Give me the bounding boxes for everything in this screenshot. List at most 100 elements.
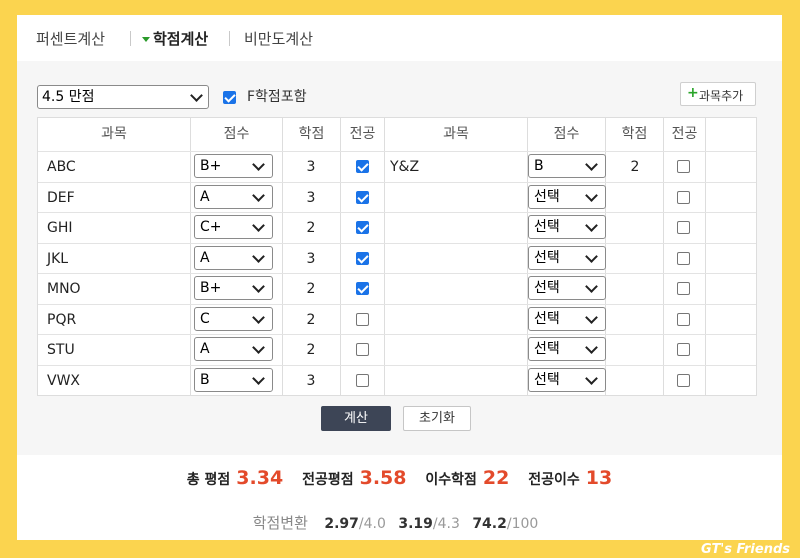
table-row: JKL A 3 선택 [38, 243, 756, 274]
conversion-max: /4.0 [358, 516, 386, 532]
major-checkbox[interactable] [677, 282, 690, 295]
grade-select[interactable]: 선택 [528, 246, 606, 270]
major-checkbox[interactable] [356, 221, 369, 234]
header-course: 과목 [101, 126, 127, 142]
course-name: GHI [47, 220, 73, 236]
grade-select-value: 선택 [534, 280, 560, 296]
chevron-down-icon [585, 189, 598, 202]
grade-select[interactable]: 선택 [528, 307, 606, 331]
course-name: JKL [47, 251, 69, 267]
course-credits: 3 [306, 251, 316, 267]
calculate-button[interactable]: 계산 [321, 406, 391, 431]
course-name: MNO [47, 281, 81, 297]
major-credits-label: 전공이수 [528, 472, 580, 488]
grade-select-value: 선택 [534, 311, 560, 327]
grade-select-value: C+ [200, 219, 222, 235]
grade-select[interactable]: 선택 [528, 368, 606, 392]
grade-select-value: 선택 [534, 250, 560, 266]
tab-percent[interactable]: 퍼센트계산 [36, 28, 105, 49]
add-course-button[interactable]: + 과목추가 [680, 82, 756, 106]
major-checkbox[interactable] [356, 313, 369, 326]
header-major: 전공 [671, 126, 698, 142]
major-checkbox[interactable] [677, 374, 690, 387]
grade-scale-value: 4.5 만점 [42, 89, 95, 105]
major-checkbox[interactable] [677, 221, 690, 234]
conversion-value: 2.97 [324, 516, 359, 532]
grade-calculator: 4.5 만점 F학점포함 + 과목추가 과목 점수 학점 전공 과목 점수 학점… [17, 61, 782, 455]
chevron-down-icon [252, 341, 265, 354]
course-name: ABC [47, 159, 76, 175]
course-credits: 2 [306, 281, 316, 297]
chevron-down-icon [252, 280, 265, 293]
major-checkbox[interactable] [677, 191, 690, 204]
table-row: STU A 2 선택 [38, 334, 756, 365]
table-row: GHI C+ 2 선택 [38, 212, 756, 243]
tab-bmi[interactable]: 비만도계산 [244, 28, 313, 49]
grade-select-value: A [200, 189, 210, 205]
chevron-down-icon [585, 280, 598, 293]
grade-select[interactable]: 선택 [528, 215, 606, 239]
course-credits: 3 [306, 190, 316, 206]
credits-label: 이수학점 [425, 472, 477, 488]
major-checkbox[interactable] [356, 343, 369, 356]
grade-select[interactable]: C [194, 307, 273, 331]
chevron-down-icon [585, 219, 598, 232]
chevron-down-icon [585, 158, 598, 171]
header-credits: 학점 [298, 126, 325, 142]
tab-divider [130, 31, 131, 46]
chevron-down-icon [585, 311, 598, 324]
results-summary: 총 평점 3.34 전공평점 3.58 이수학점 22 전공이수 13 [17, 467, 782, 489]
major-checkbox[interactable] [356, 282, 369, 295]
active-tab-arrow-icon [142, 37, 150, 42]
grade-select[interactable]: 선택 [528, 276, 606, 300]
grade-select[interactable]: A [194, 185, 273, 209]
grade-select-value: C [200, 311, 210, 327]
header-course: 과목 [443, 126, 469, 142]
footer-credit: GT's Friends [701, 542, 790, 557]
course-credits: 3 [306, 373, 316, 389]
major-credits-value: 13 [585, 467, 613, 489]
major-checkbox[interactable] [356, 252, 369, 265]
grade-select[interactable]: 선택 [528, 185, 606, 209]
conversion-max: /4.3 [432, 516, 460, 532]
major-checkbox[interactable] [356, 191, 369, 204]
chevron-down-icon [585, 372, 598, 385]
grade-select[interactable]: A [194, 246, 273, 270]
header-grade: 점수 [553, 126, 580, 142]
tab-grade[interactable]: 학점계산 [153, 28, 208, 49]
credits-value: 22 [482, 467, 510, 489]
chevron-down-icon [252, 189, 265, 202]
include-f-checkbox[interactable] [223, 91, 236, 104]
major-checkbox[interactable] [677, 313, 690, 326]
grade-select-value: 선택 [534, 372, 560, 388]
total-gpa-label: 총 평점 [186, 472, 231, 488]
table-row: MNO B+ 2 선택 [38, 273, 756, 304]
grade-select[interactable]: A [194, 337, 273, 361]
grade-scale-select[interactable]: 4.5 만점 [37, 85, 209, 109]
table-row: VWX B 3 선택 [38, 365, 756, 396]
reset-button[interactable]: 초기화 [403, 406, 471, 431]
major-checkbox[interactable] [677, 160, 690, 173]
header-credits: 학점 [621, 126, 648, 142]
conversion-max: /100 [506, 516, 539, 532]
grade-select-value: 선택 [534, 219, 560, 235]
major-checkbox[interactable] [677, 252, 690, 265]
grade-select[interactable]: C+ [194, 215, 273, 239]
major-checkbox[interactable] [677, 343, 690, 356]
course-name: Y&Z [390, 159, 420, 175]
grade-select[interactable]: B+ [194, 154, 273, 178]
course-table: 과목 점수 학점 전공 과목 점수 학점 전공 ABC B+ 3 Y&Z B 2 DEF A 3… [37, 117, 757, 396]
grade-select-value: 선택 [534, 189, 560, 205]
course-name: PQR [47, 312, 77, 328]
chevron-down-icon [585, 341, 598, 354]
add-course-label: 과목추가 [699, 89, 744, 103]
major-checkbox[interactable] [356, 160, 369, 173]
grade-select[interactable]: 선택 [528, 337, 606, 361]
course-credits: 2 [306, 312, 316, 328]
major-gpa-label: 전공평점 [302, 472, 354, 488]
course-credits: 3 [306, 159, 316, 175]
grade-select[interactable]: B [194, 368, 273, 392]
major-checkbox[interactable] [356, 374, 369, 387]
grade-select[interactable]: B [528, 154, 606, 178]
grade-select[interactable]: B+ [194, 276, 273, 300]
